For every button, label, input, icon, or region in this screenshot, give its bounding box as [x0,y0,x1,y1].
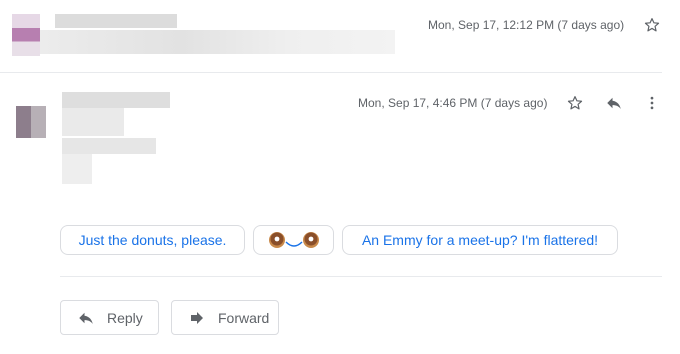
reply-icon [79,312,93,324]
sender-name-redacted [55,14,177,28]
message-date-1: Mon, Sep 17, 12:12 PM (7 days ago) [428,18,625,32]
message-date-2: Mon, Sep 17, 4:46 PM (7 days ago) [358,96,548,110]
recipient-redacted [62,108,124,136]
star-icon[interactable] [642,15,662,35]
smart-reply-chip-donuts[interactable] [253,225,334,255]
smart-reply-chip[interactable]: Just the donuts, please. [60,225,245,255]
smart-reply-label: An Emmy for a meet-up? I'm flattered! [361,232,599,248]
divider [0,72,662,73]
more-vert-icon[interactable] [642,93,662,113]
reply-button[interactable]: Reply [60,300,159,335]
donut-emoji-pair [268,232,319,248]
sender-avatar [16,106,46,138]
reply-label: Reply [107,309,143,326]
forward-label: Forward [218,309,270,326]
forward-button[interactable]: Forward [171,300,279,335]
star-icon[interactable] [565,93,585,113]
sender-name-redacted [62,92,170,108]
sender-avatar [12,14,40,56]
body-redacted [62,138,156,154]
smart-reply-label: Just the donuts, please. [78,232,227,248]
body-redacted [62,154,92,184]
reply-icon[interactable] [604,93,624,113]
forward-icon [191,311,203,324]
snippet-redacted [40,30,395,54]
divider [60,276,662,277]
smart-reply-chip[interactable]: An Emmy for a meet-up? I'm flattered! [342,225,618,255]
